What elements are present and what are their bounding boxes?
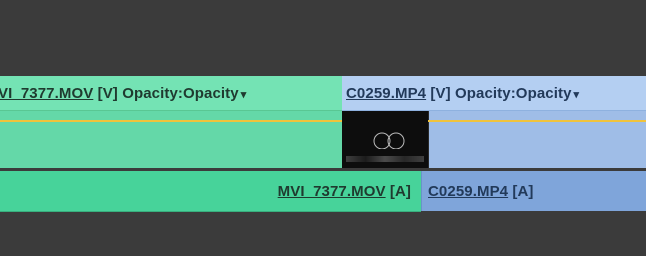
thumbnail-strip [346, 156, 424, 162]
clip-filename: C0259.MP4 [428, 182, 509, 200]
clip-thumbnail [342, 111, 429, 168]
thumbnail-image [373, 132, 405, 149]
clip-filename: VI_7377.MOV [0, 84, 94, 102]
chevron-down-icon[interactable]: ▾ [241, 89, 247, 101]
clip-label: C0259.MP4 [A] [428, 183, 534, 200]
chevron-down-icon[interactable]: ▾ [574, 89, 580, 101]
clip-header: C0259.MP4 [V] Opacity:Opacity ▾ [342, 76, 646, 111]
clip-track-tag: [A] [389, 182, 411, 200]
video-clip-c0259[interactable]: C0259.MP4 [V] Opacity:Opacity ▾ [342, 76, 646, 168]
audio-clip-mvi7377[interactable]: MVI_7377.MOV [A] [0, 171, 421, 212]
opacity-keyframe-line[interactable] [0, 120, 342, 122]
timeline: VI_7377.MOV [V] Opacity:Opacity ▾ C0259.M… [0, 0, 646, 256]
empty-track-area [0, 0, 646, 76]
clip-track-tag: [V] [97, 84, 118, 102]
clip-track-tag: [A] [512, 182, 534, 200]
clip-header: VI_7377.MOV [V] Opacity:Opacity ▾ [0, 76, 342, 111]
clip-label: C0259.MP4 [V] Opacity:Opacity ▾ [346, 85, 579, 102]
effect-label[interactable]: Opacity:Opacity [455, 85, 572, 102]
clip-label: MVI_7377.MOV [A] [278, 183, 411, 200]
clip-filename: C0259.MP4 [346, 84, 427, 102]
clip-track-tag: [V] [430, 84, 451, 102]
effect-label[interactable]: Opacity:Opacity [122, 85, 239, 102]
clip-label: VI_7377.MOV [V] Opacity:Opacity ▾ [0, 85, 246, 102]
empty-track-area [0, 212, 646, 256]
opacity-keyframe-line[interactable] [428, 120, 646, 122]
clip-filename: MVI_7377.MOV [277, 182, 386, 200]
video-clip-mvi7377[interactable]: VI_7377.MOV [V] Opacity:Opacity ▾ [0, 76, 342, 168]
audio-clip-c0259[interactable]: C0259.MP4 [A] [421, 171, 646, 211]
